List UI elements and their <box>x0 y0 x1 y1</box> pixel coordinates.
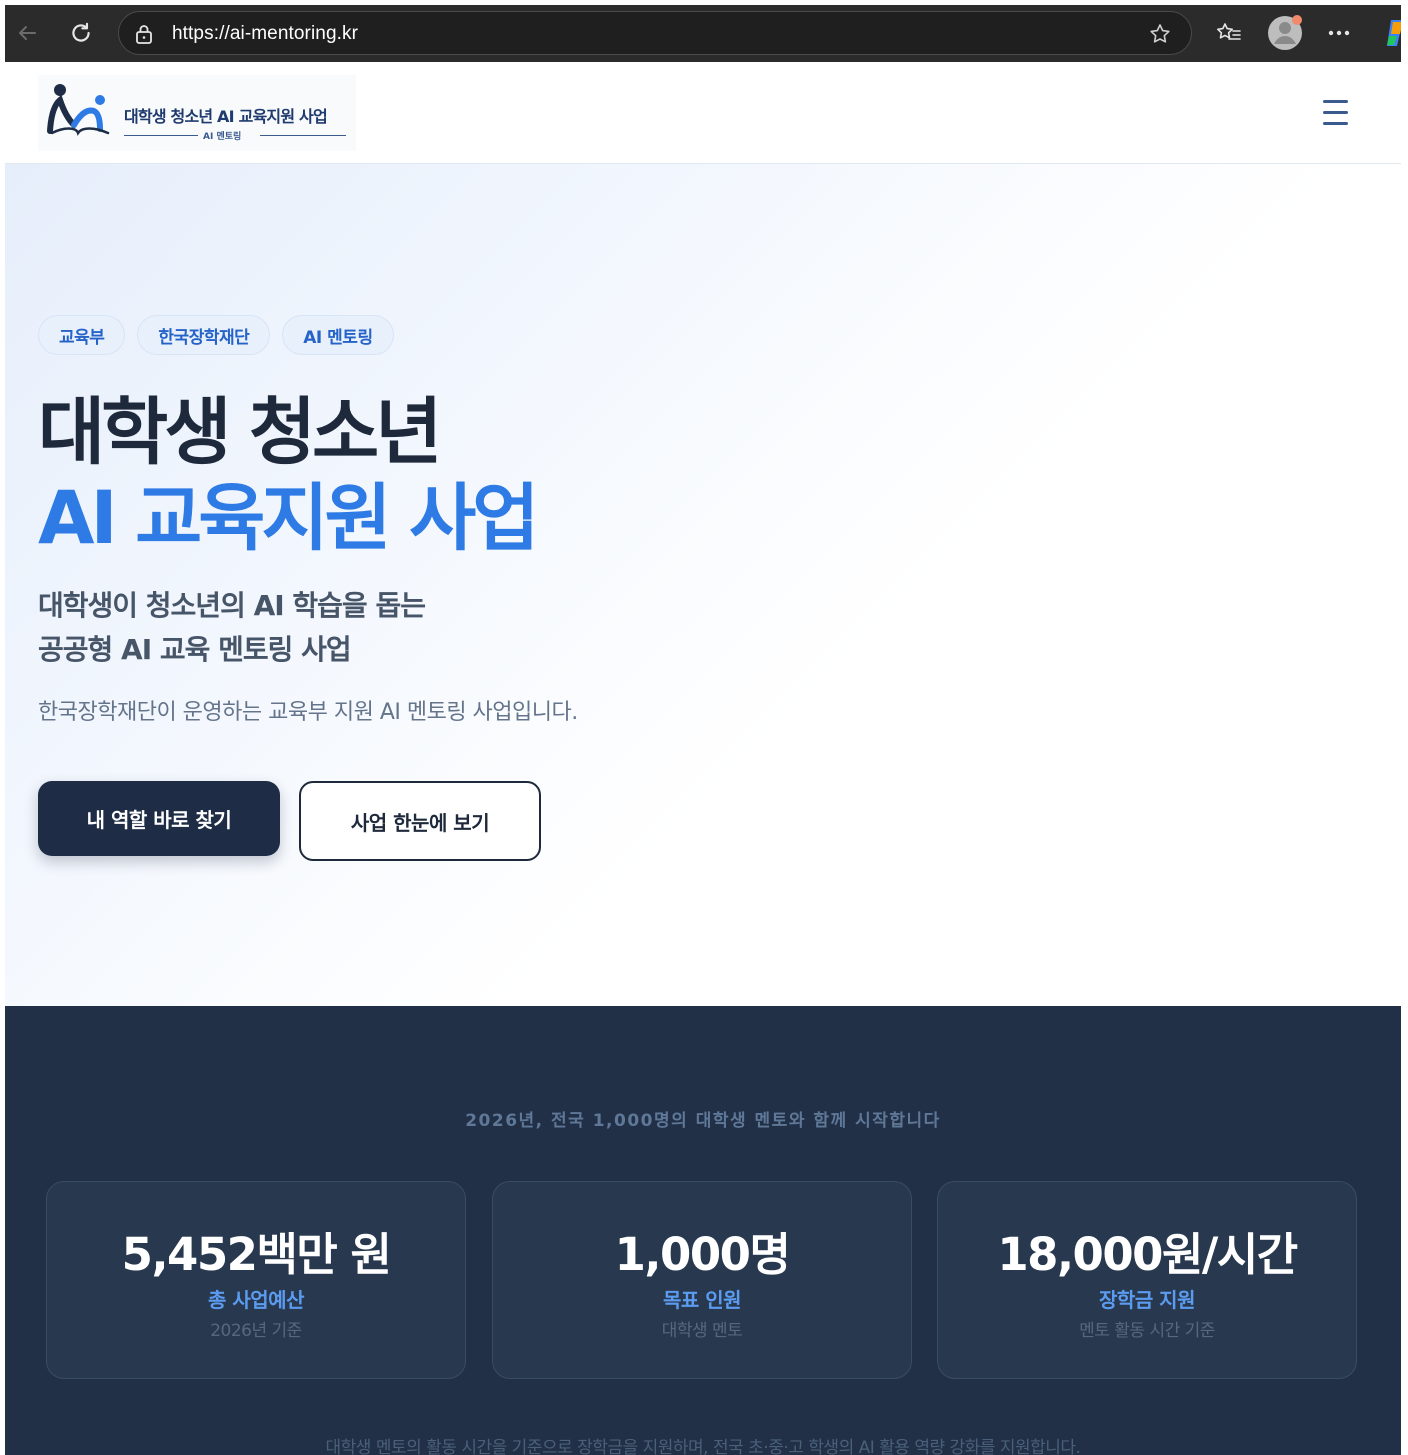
stats-heading: 2026년, 전국 1,000명의 대학생 멘토와 함께 시작합니다 <box>465 1111 941 1131</box>
logo-divider-left <box>124 135 198 136</box>
site-header: 대학생 청소년 AI 교육지원 사업 AI 멘토링 <box>5 62 1401 164</box>
hero-section: 교육부 한국장학재단 AI 멘토링 대학생 청소년 AI 교육지원 사업 대학생… <box>5 164 1401 1006</box>
address-bar[interactable]: https://ai-mentoring.kr <box>118 11 1192 55</box>
hero-title-line2: AI 교육지원 사업 <box>38 476 539 561</box>
hero-description: 한국장학재단이 운영하는 교육부 지원 AI 멘토링 사업입니다. <box>38 700 578 725</box>
more-icon[interactable] <box>1323 17 1355 49</box>
url-text[interactable]: https://ai-mentoring.kr <box>172 23 358 45</box>
hamburger-menu-icon[interactable] <box>1321 98 1351 126</box>
tag-ai-mentoring: AI 멘토링 <box>282 315 394 355</box>
tag-ministry: 교육부 <box>38 315 126 355</box>
back-arrow-icon[interactable] <box>11 17 43 49</box>
stat-value: 5,452백만 원 <box>121 1228 392 1281</box>
refresh-icon[interactable] <box>65 17 97 49</box>
logo-subtitle: AI 멘토링 <box>203 132 242 142</box>
hero-title-line1: 대학생 청소년 <box>38 390 442 475</box>
stats-section: 2026년, 전국 1,000명의 대학생 멘토와 함께 시작합니다 5,452… <box>5 1006 1401 1455</box>
stat-value: 1,000명 <box>614 1228 791 1281</box>
browser-toolbar: https://ai-mentoring.kr <box>5 5 1401 62</box>
stat-label: 장학금 지원 <box>1099 1288 1195 1312</box>
stat-label: 목표 인원 <box>662 1288 742 1312</box>
logo-title: 대학생 청소년 AI 교육지원 사업 <box>124 107 328 126</box>
hero-tags: 교육부 한국장학재단 AI 멘토링 <box>38 315 394 355</box>
overview-button[interactable]: 사업 한눈에 보기 <box>299 781 541 861</box>
favorites-icon[interactable] <box>1213 17 1245 49</box>
hero-title: 대학생 청소년 AI 교육지원 사업 <box>38 390 539 562</box>
logo-divider-right <box>260 135 346 136</box>
site-logo[interactable]: 대학생 청소년 AI 교육지원 사업 AI 멘토링 <box>38 75 356 151</box>
tag-foundation: 한국장학재단 <box>137 315 271 355</box>
hero-subtitle-line2: 공공형 AI 교육 멘토링 사업 <box>38 633 352 666</box>
profile-avatar[interactable] <box>1267 12 1307 52</box>
stat-label: 총 사업예산 <box>208 1288 304 1312</box>
mentoring-logo-icon <box>47 84 110 136</box>
stat-sub: 대학생 멘토 <box>661 1321 743 1341</box>
hero-subtitle: 대학생이 청소년의 AI 학습을 돕는 공공형 AI 교육 멘토링 사업 <box>38 584 426 672</box>
hero-subtitle-line1: 대학생이 청소년의 AI 학습을 돕는 <box>38 589 426 622</box>
stat-card-budget: 5,452백만 원 총 사업예산 2026년 기준 <box>46 1181 466 1379</box>
copilot-icon[interactable] <box>1379 17 1401 49</box>
star-icon[interactable] <box>1147 22 1173 50</box>
stat-card-target: 1,000명 목표 인원 대학생 멘토 <box>492 1181 912 1379</box>
browser-window: https://ai-mentoring.kr 대학생 청소년 AI 교육지원 … <box>5 5 1401 1455</box>
lock-icon[interactable] <box>134 23 154 49</box>
stat-sub: 멘토 활동 시간 기준 <box>1079 1321 1215 1341</box>
stats-footer-text: 대학생 멘토의 활동 시간을 기준으로 장학금을 지원하며, 전국 초·중·고 … <box>325 1438 1081 1455</box>
stat-sub: 2026년 기준 <box>210 1321 302 1341</box>
stat-value: 18,000원/시간 <box>997 1228 1298 1281</box>
find-my-role-button[interactable]: 내 역할 바로 찾기 <box>38 781 280 856</box>
stat-card-scholarship: 18,000원/시간 장학금 지원 멘토 활동 시간 기준 <box>937 1181 1357 1379</box>
